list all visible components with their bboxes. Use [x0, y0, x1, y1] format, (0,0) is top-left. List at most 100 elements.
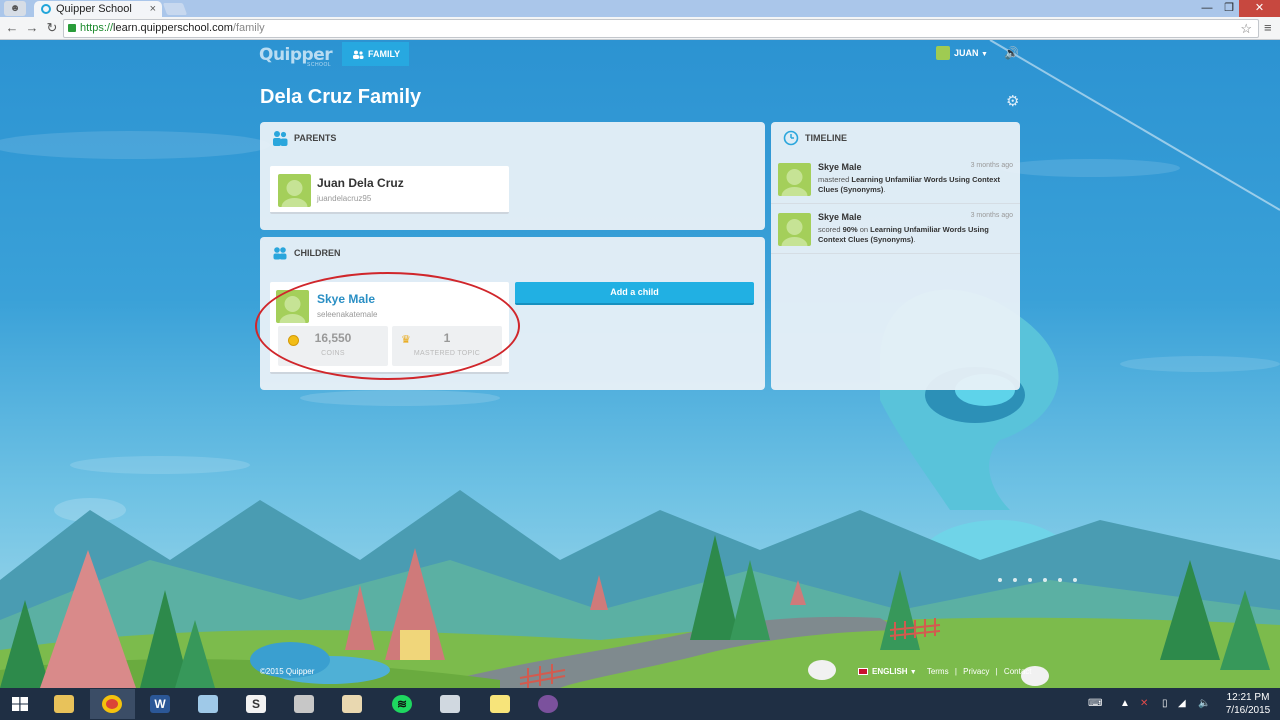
quipper-favicon-icon — [41, 4, 51, 14]
browser-toolbar: ← → ↻ https://learn.quipperschool.com/fa… — [0, 17, 1280, 40]
browser-tab[interactable]: Quipper School × — [34, 1, 162, 17]
tab-close-icon[interactable]: × — [150, 1, 156, 17]
user-name: JUAN — [954, 48, 979, 58]
children-heading: CHILDREN — [272, 247, 341, 260]
chrome-menu-icon[interactable]: ≡ — [1264, 20, 1272, 35]
chevron-down-icon: ▼ — [981, 51, 988, 58]
footer-link-terms[interactable]: Terms — [927, 667, 949, 676]
tab-title: Quipper School — [56, 3, 132, 15]
parent-username: juandelacruz95 — [317, 194, 372, 203]
taskbar-clock[interactable]: 12:21 PM 7/16/2015 — [1222, 691, 1274, 717]
taskbar-chrome[interactable] — [90, 689, 135, 719]
new-tab-button[interactable] — [162, 3, 188, 15]
footer-separator: | — [954, 667, 957, 676]
calculator-icon — [294, 695, 314, 713]
start-button[interactable] — [0, 688, 40, 720]
windows-logo-icon — [12, 697, 28, 711]
url-path: /family — [232, 22, 265, 34]
footer-link-contact[interactable]: Contact — [1004, 667, 1032, 676]
taskbar-notepad[interactable] — [186, 689, 231, 719]
parents-heading: PARENTS — [272, 131, 337, 146]
wifi-signal-icon[interactable]: ◢ — [1178, 688, 1186, 720]
url-host: learn.quipperschool.com — [113, 22, 233, 34]
timeline-panel: TIMELINE Skye Male 3 months ago mastered… — [771, 122, 1020, 390]
volume-icon[interactable]: 🔈 — [1198, 688, 1210, 720]
viber-icon — [538, 695, 558, 713]
battery-icon[interactable]: ▯ — [1162, 688, 1168, 720]
browser-titlebar: ☻ Quipper School × — ❐ ✕ — [0, 0, 1280, 17]
children-icon — [273, 247, 287, 260]
taskbar-sticky-notes[interactable] — [478, 689, 523, 719]
timeline-item[interactable]: Skye Male 3 months ago scored 90% on Lea… — [771, 206, 1020, 254]
sound-icon[interactable]: 🔊 — [1004, 46, 1019, 60]
language-label: ENGLISH — [872, 667, 908, 676]
timeline-item-on: on — [859, 225, 869, 234]
language-selector[interactable]: ENGLISH ▼ — [858, 667, 921, 676]
url-scheme: https:// — [80, 22, 114, 34]
chevron-down-icon: ▼ — [909, 669, 917, 676]
timeline-heading-label: TIMELINE — [805, 133, 847, 143]
bookmark-star-icon[interactable]: ☆ — [1240, 20, 1252, 37]
timeline-item-text: scored 90% on Learning Unfamiliar Words … — [818, 225, 1010, 245]
timeline-item-tail: . — [913, 235, 916, 244]
parents-heading-label: PARENTS — [294, 133, 337, 143]
page-title: Dela Cruz Family — [260, 86, 422, 108]
timeline-item-action: mastered — [818, 175, 850, 184]
chrome-icon — [102, 695, 122, 713]
user-avatar — [936, 46, 950, 60]
back-arrow-icon[interactable]: ← — [3, 19, 21, 37]
timeline-item-tail: . — [883, 185, 886, 194]
network-error-icon[interactable]: ✕ — [1140, 688, 1148, 720]
timeline-item-time: 3 months ago — [970, 212, 1013, 219]
footer-link-privacy[interactable]: Privacy — [963, 667, 989, 676]
sticky-note-icon — [490, 695, 510, 713]
add-child-button[interactable]: Add a child — [515, 282, 754, 305]
avatar-silhouette-icon — [281, 180, 308, 207]
family-icon — [353, 50, 364, 59]
children-heading-label: CHILDREN — [294, 248, 341, 258]
taskbar-viber[interactable] — [526, 689, 571, 719]
window-close-button[interactable]: ✕ — [1239, 0, 1280, 17]
taskbar-file-explorer[interactable] — [42, 689, 87, 719]
word-icon: W — [150, 695, 170, 713]
clock-icon — [783, 130, 799, 146]
uk-flag-icon — [858, 668, 868, 676]
keyboard-icon[interactable]: ⌨ — [1088, 688, 1102, 720]
notepad-icon — [198, 695, 218, 713]
windows-taskbar: W S ≋ ⌨ ▲ ✕ ▯ ◢ 🔈 12:21 PM 7/16/2015 — [0, 688, 1280, 720]
show-hidden-icons-chevron-icon[interactable]: ▲ — [1120, 688, 1130, 720]
timeline-item[interactable]: Skye Male 3 months ago mastered Learning… — [771, 156, 1020, 204]
timeline-item-time: 3 months ago — [970, 162, 1013, 169]
timeline-item-name[interactable]: Skye Male — [818, 212, 862, 222]
scissors-icon — [440, 695, 460, 713]
nav-tab-family[interactable]: FAMILY — [342, 42, 409, 66]
timeline-item-text: mastered Learning Unfamiliar Words Using… — [818, 175, 1010, 195]
clock-date: 7/16/2015 — [1225, 705, 1271, 716]
chrome-profile-icon[interactable]: ☻ — [4, 1, 26, 16]
address-bar[interactable]: https://learn.quipperschool.com/family ☆ — [63, 19, 1259, 38]
slack-icon: S — [246, 695, 266, 713]
parents-panel: PARENTS Juan Dela Cruz juandelacruz95 — [260, 122, 765, 230]
parent-card[interactable]: Juan Dela Cruz juandelacruz95 — [270, 166, 509, 214]
paint-palette-icon — [342, 695, 362, 713]
lock-icon — [68, 24, 76, 32]
timeline-heading: TIMELINE — [783, 130, 847, 146]
parents-icon — [273, 131, 288, 146]
page-content: Quipper SCHOOL FAMILY JUAN ▼ 🔊 Dela Cruz… — [0, 40, 1280, 688]
spotify-icon: ≋ — [392, 695, 412, 713]
taskbar-calculator[interactable] — [282, 689, 327, 719]
reload-icon[interactable]: ↻ — [43, 19, 61, 37]
timeline-item-action: scored — [818, 225, 841, 234]
taskbar-spotify[interactable]: ≋ — [380, 689, 425, 719]
taskbar-word[interactable]: W — [138, 689, 183, 719]
timeline-item-score: 90% — [842, 225, 858, 234]
parent-name[interactable]: Juan Dela Cruz — [317, 176, 404, 190]
taskbar-snipping-tool[interactable] — [428, 689, 473, 719]
taskbar-slack[interactable]: S — [234, 689, 279, 719]
timeline-item-name[interactable]: Skye Male — [818, 162, 862, 172]
forward-arrow-icon[interactable]: → — [23, 19, 41, 37]
gear-icon[interactable]: ⚙ — [1006, 92, 1019, 110]
avatar-silhouette-icon — [781, 169, 808, 196]
taskbar-paint[interactable] — [330, 689, 375, 719]
user-menu[interactable]: JUAN ▼ — [936, 46, 988, 62]
